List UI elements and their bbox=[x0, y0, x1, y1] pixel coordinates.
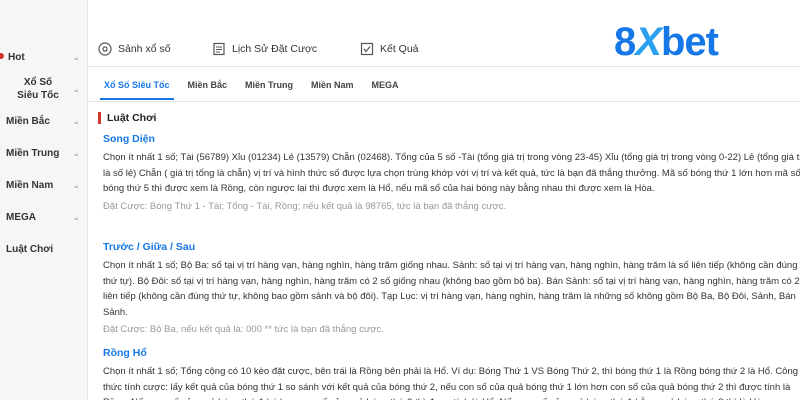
lobby-label: Sảnh xổ số bbox=[118, 43, 171, 55]
sidebar-item-mien-nam[interactable]: Miền Nam ⌄ bbox=[0, 178, 88, 192]
chevron-down-icon: ⌄ bbox=[72, 51, 80, 62]
lottery-lobby-link[interactable]: Sảnh xổ số bbox=[98, 42, 171, 56]
sidebar-item-label: Luật Chơi bbox=[6, 243, 54, 255]
sidebar-item-label: Miền Bắc bbox=[6, 115, 50, 127]
sub-tabs: Xổ Số Siêu Tốc Miền Bắc Miền Trung Miền … bbox=[100, 78, 413, 100]
sidebar-item-label: MEGA bbox=[6, 211, 36, 223]
tab-xo-so-sieu-toc[interactable]: Xổ Số Siêu Tốc bbox=[100, 78, 174, 100]
chevron-down-icon: ⌄ bbox=[72, 211, 80, 222]
sidebar-item-label: Hot bbox=[8, 51, 25, 63]
rule-section-rong-ho: Rồng Hổ Chọn ít nhất 1 số; Tổng cộng có … bbox=[103, 347, 800, 400]
results-label: Kết Quả bbox=[380, 43, 419, 55]
lobby-icon bbox=[98, 42, 112, 56]
page-title: Luật Chơi bbox=[98, 112, 156, 124]
section-note: Đặt Cược: Bộ Ba, nếu kết quả là: 000 ** … bbox=[103, 324, 384, 335]
chevron-down-icon: ⌄ bbox=[72, 147, 80, 158]
sidebar-item-label: Miền Trung bbox=[6, 147, 60, 159]
chevron-down-icon: ⌄ bbox=[72, 179, 80, 190]
tab-mega[interactable]: MEGA bbox=[368, 78, 403, 92]
brand-logo: 8Xbet bbox=[614, 20, 719, 64]
rule-section-song-dien: Song Diện Chọn ít nhất 1 số; Tài (56789)… bbox=[103, 133, 800, 214]
sidebar-item-xo-so-sieu-toc[interactable]: Xổ Số Siêu Tốc ⌄ bbox=[0, 74, 88, 104]
section-text: Chọn ít nhất 1 số; Tổng cộng có 10 kèo đ… bbox=[103, 366, 799, 400]
section-title: Rồng Hổ bbox=[103, 347, 147, 359]
history-label: Lịch Sử Đặt Cược bbox=[232, 43, 318, 55]
sidebar: Hot ⌄ Xổ Số Siêu Tốc ⌄ Miền Bắc ⌄ Miền T… bbox=[0, 0, 88, 400]
results-link[interactable]: Kết Quả bbox=[360, 42, 419, 56]
section-note: Đặt Cược: Bóng Thứ 1 - Tài; Tổng - Tài, … bbox=[103, 200, 507, 212]
tab-mien-nam[interactable]: Miền Nam bbox=[307, 78, 358, 92]
bet-history-link[interactable]: Lịch Sử Đặt Cược bbox=[212, 42, 317, 56]
tab-mien-bac[interactable]: Miền Bắc bbox=[184, 78, 232, 92]
rule-section-truoc-giua-sau: Trước / Giữa / Sau Chọn ít nhất 1 số; Bộ… bbox=[103, 241, 800, 338]
tab-mien-trung[interactable]: Miền Trung bbox=[241, 78, 297, 92]
section-text: Chọn ít nhất 1 số; Tài (56789) Xỉu (0123… bbox=[103, 152, 800, 194]
sidebar-item-mien-trung[interactable]: Miền Trung ⌄ bbox=[0, 146, 88, 160]
chevron-down-icon: ⌄ bbox=[72, 115, 80, 126]
section-title: Song Diện bbox=[103, 133, 155, 145]
chevron-down-icon: ⌄ bbox=[72, 83, 80, 94]
divider bbox=[88, 101, 800, 102]
sidebar-item-label: Xổ Số Siêu Tốc bbox=[17, 77, 59, 101]
section-text: Chọn ít nhất 1 số; Bộ Ba: số tại vị trí … bbox=[103, 260, 800, 318]
sidebar-item-mien-bac[interactable]: Miền Bắc ⌄ bbox=[0, 114, 88, 128]
sidebar-item-label: Miền Nam bbox=[6, 179, 54, 191]
section-title: Trước / Giữa / Sau bbox=[103, 241, 196, 253]
sidebar-item-hot[interactable]: Hot ⌄ bbox=[0, 50, 88, 64]
list-icon bbox=[213, 42, 225, 56]
sidebar-item-luat-choi[interactable]: Luật Chơi bbox=[0, 242, 88, 256]
chart-check-icon bbox=[360, 42, 374, 56]
sidebar-item-mega[interactable]: MEGA ⌄ bbox=[0, 210, 88, 224]
